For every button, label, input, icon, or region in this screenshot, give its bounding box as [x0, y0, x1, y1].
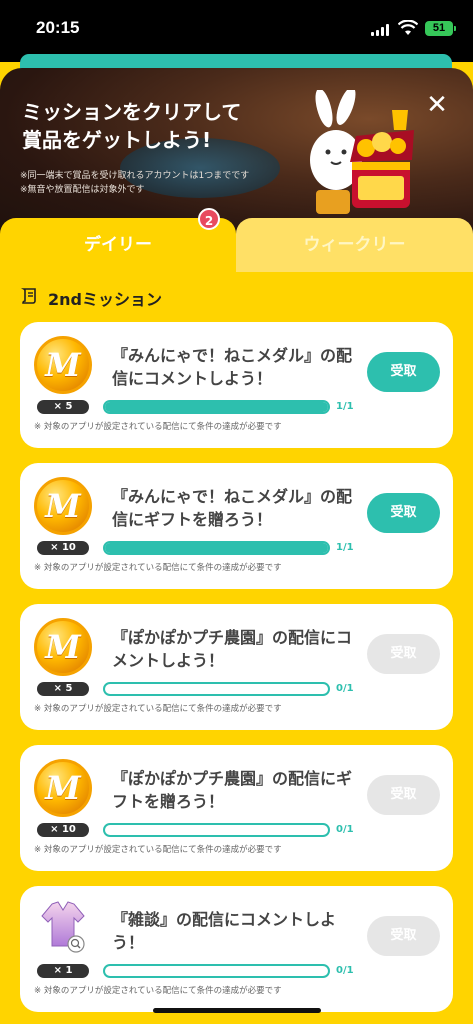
mission-note: ※ 対象のアプリが設定されている配信にて条件の達成が必要です	[34, 986, 282, 996]
reward-quantity: × 5	[37, 682, 89, 696]
medal-coin-icon: M	[34, 759, 92, 817]
mission-title: 『ぽかぽかプチ農園』の配信にコメントしよう！	[112, 628, 353, 670]
shirt-item-icon	[41, 901, 85, 953]
wifi-icon	[398, 20, 418, 35]
claim-button-disabled[interactable]: 受取	[367, 775, 440, 815]
mission-progress-bar	[103, 823, 330, 837]
progress-text: 1/1	[336, 401, 354, 412]
mission-progress-bar	[103, 541, 330, 555]
claim-button[interactable]: 受取	[367, 493, 440, 533]
close-icon[interactable]: ✕	[424, 92, 450, 118]
banner-note-silent: ※無音や放置配信は対象外です	[20, 185, 145, 195]
reward-quantity: × 5	[37, 400, 89, 414]
mission-title: 『雑談』の配信にコメントしよう！	[112, 910, 337, 952]
mission-note: ※ 対象のアプリが設定されている配信にて条件の達成が必要です	[34, 704, 282, 714]
reward-quantity: × 10	[37, 541, 89, 555]
mission-title: 『みんにゃで！ねこメダル』の配信にコメントしよう！	[112, 346, 353, 388]
claim-button-disabled[interactable]: 受取	[367, 916, 440, 956]
banner-note-account: ※同一端末で賞品を受け取れるアカウントは1つまでです	[20, 171, 250, 181]
medal-coin-icon: M	[34, 336, 92, 394]
reward-quantity: × 1	[37, 964, 89, 978]
mission-title: 『みんにゃで！ねこメダル』の配信にギフトを贈ろう！	[112, 487, 353, 529]
progress-fill	[105, 543, 328, 553]
status-bar: 20:15 51	[0, 0, 473, 62]
reward-quantity: × 10	[37, 823, 89, 837]
mission-note: ※ 対象のアプリが設定されている配信にて条件の達成が必要です	[34, 422, 282, 432]
cellular-signal-icon	[371, 24, 391, 36]
mission-title: 『ぽかぽかプチ農園』の配信にギフトを贈ろう！	[112, 769, 353, 811]
mission-banner: ミッションをクリアして 賞品をゲットしよう! ※同一端末で賞品を受け取れるアカウ…	[0, 68, 473, 238]
progress-text: 0/1	[336, 683, 354, 694]
mission-note: ※ 対象のアプリが設定されている配信にて条件の達成が必要です	[34, 845, 282, 855]
section-title: 2ndミッション	[48, 290, 162, 309]
battery-icon: 51	[425, 21, 456, 36]
mission-card: × 1 『雑談』の配信にコメントしよう！ 受取 0/1 ※ 対象のアプリが設定さ…	[20, 886, 453, 1012]
banner-title: ミッションをクリアして 賞品をゲットしよう!	[22, 100, 242, 152]
mission-card: M × 5 『ぽかぽかプチ農園』の配信にコメントしよう！ 受取 0/1 ※ 対象…	[20, 604, 453, 730]
mission-progress-bar	[103, 400, 330, 414]
progress-fill	[105, 402, 328, 412]
tab-weekly[interactable]: ウィークリー	[236, 218, 473, 272]
mission-card: M × 10 『みんにゃで！ねこメダル』の配信にギフトを贈ろう！ 受取 1/1 …	[20, 463, 453, 589]
medal-coin-icon: M	[34, 618, 92, 676]
scroll-icon	[20, 288, 36, 304]
mission-card: M × 5 『みんにゃで！ねこメダル』の配信にコメントしよう！ 受取 1/1 ※…	[20, 322, 453, 448]
mission-note: ※ 対象のアプリが設定されている配信にて条件の達成が必要です	[34, 563, 282, 573]
medal-coin-icon: M	[34, 477, 92, 535]
mission-progress-bar	[103, 682, 330, 696]
progress-text: 0/1	[336, 824, 354, 835]
rabbit-treasure-chest-illustration	[310, 90, 414, 214]
progress-text: 1/1	[336, 542, 354, 553]
status-time: 20:15	[36, 18, 80, 37]
claim-button[interactable]: 受取	[367, 352, 440, 392]
daily-notification-badge: 2	[198, 208, 220, 230]
home-indicator[interactable]	[153, 1008, 321, 1013]
claim-button-disabled[interactable]: 受取	[367, 634, 440, 674]
progress-text: 0/1	[336, 965, 354, 976]
mission-progress-bar	[103, 964, 330, 978]
mission-card: M × 10 『ぽかぽかプチ農園』の配信にギフトを贈ろう！ 受取 0/1 ※ 対…	[20, 745, 453, 871]
